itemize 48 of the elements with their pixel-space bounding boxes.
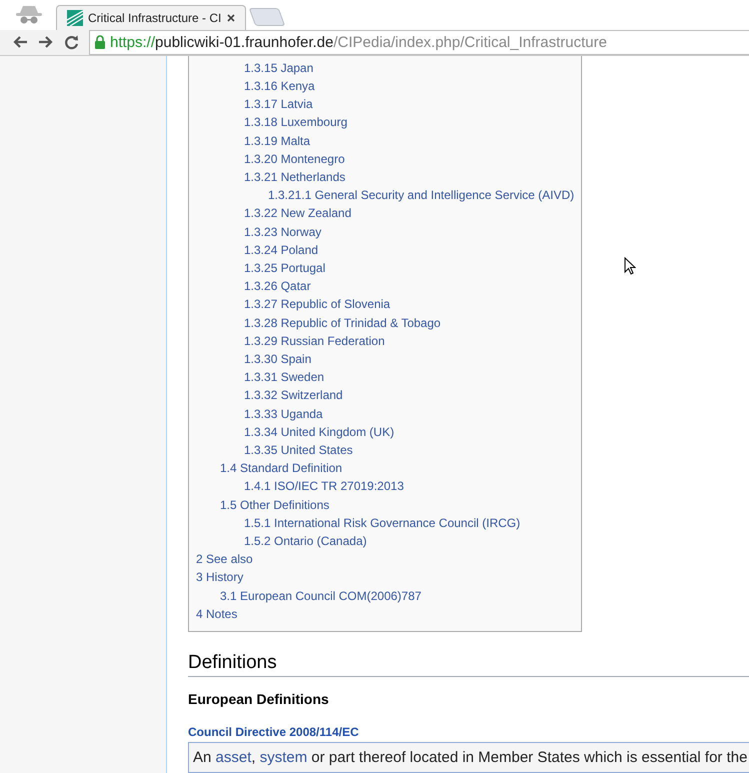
- address-bar[interactable]: https://publicwiki-01.fraunhofer.de/CIPedia/index.php/Critical_Infrastructure: [89, 30, 749, 55]
- forward-icon[interactable]: [38, 35, 54, 50]
- toc-link[interactable]: 1.3.21 Netherlands: [244, 168, 574, 186]
- toc-link[interactable]: 1.3.34 United Kingdom (UK): [244, 422, 574, 441]
- quote-text: An asset, system or part thereof located in Member States which is essential for the: [188, 742, 749, 773]
- toc-link[interactable]: 1.3.25 Portugal: [244, 258, 574, 278]
- toc-link[interactable]: 1.3.21.1 General Security and Intelligence Service (AIVD): [268, 186, 574, 204]
- site-logo-icon: [67, 10, 83, 26]
- toc-link[interactable]: 1.3.28 Republic of Trinidad & Tobago: [244, 314, 574, 332]
- toc-link[interactable]: 2 See also: [196, 550, 574, 568]
- toc-link[interactable]: 1.4.1 ISO/IEC TR 27019:2013: [244, 477, 574, 496]
- subsection-heading: European Definitions: [188, 691, 330, 707]
- toc-link[interactable]: 3 History: [196, 568, 574, 587]
- toc-link[interactable]: 1.3.33 Uganda: [244, 404, 574, 423]
- term-link[interactable]: asset: [216, 749, 252, 766]
- toc-link[interactable]: 1.5.1 International Risk Governance Council (IRCG): [244, 514, 574, 532]
- browser-tab[interactable]: Critical Infrastructure - CI: [56, 4, 246, 30]
- toc-link[interactable]: 1.3.24 Poland: [244, 240, 574, 259]
- incognito-icon: [14, 4, 44, 26]
- toc-link[interactable]: 1.3.26 Qatar: [244, 277, 574, 296]
- toc-link[interactable]: 1.3.20 Montenegro: [244, 150, 574, 168]
- lock-icon: [94, 35, 106, 50]
- term-link[interactable]: system: [260, 749, 308, 766]
- toc-link[interactable]: 1.3.16 Kenya: [244, 76, 574, 96]
- toc-link[interactable]: 1.3.23 Norway: [244, 222, 574, 241]
- reload-icon[interactable]: [64, 34, 79, 50]
- toc-link[interactable]: 1.3.31 Sweden: [244, 368, 574, 386]
- toc-link[interactable]: 1.3.22 New Zealand: [244, 204, 574, 223]
- source-link[interactable]: Council Directive 2008/114/EC: [188, 725, 749, 739]
- mouse-pointer-icon: [624, 257, 636, 275]
- toc-link[interactable]: 1.3.30 Spain: [244, 350, 574, 368]
- toc-link[interactable]: 1.5 Other Definitions: [220, 496, 574, 514]
- toc-link[interactable]: 1.3.35 United States: [244, 440, 574, 460]
- back-icon[interactable]: [12, 35, 28, 50]
- close-icon[interactable]: [227, 14, 235, 22]
- toc-link[interactable]: 1.3.32 Switzerland: [244, 386, 574, 405]
- toc-link[interactable]: 1.3.18 Luxembourg: [244, 113, 574, 132]
- toc-link[interactable]: 1.3.29 Russian Federation: [244, 332, 574, 350]
- toc-link[interactable]: 1.3.19 Malta: [244, 132, 574, 150]
- toc-link[interactable]: 1.3.17 Latvia: [244, 95, 574, 114]
- toc-link[interactable]: 1.3.15 Japan: [244, 58, 574, 77]
- section-heading: Definitions: [188, 652, 749, 677]
- toc-link[interactable]: 4 Notes: [196, 604, 574, 623]
- toc-link[interactable]: 1.3.27 Republic of Slovenia: [244, 295, 574, 314]
- toc-link[interactable]: 1.5.2 Ontario (Canada): [244, 532, 574, 550]
- tab-title: Critical Infrastructure - CI: [88, 10, 222, 25]
- toc-link[interactable]: 1.4 Standard Definition: [220, 459, 574, 478]
- toc-link[interactable]: 3.1 European Council COM(2006)787: [220, 586, 574, 605]
